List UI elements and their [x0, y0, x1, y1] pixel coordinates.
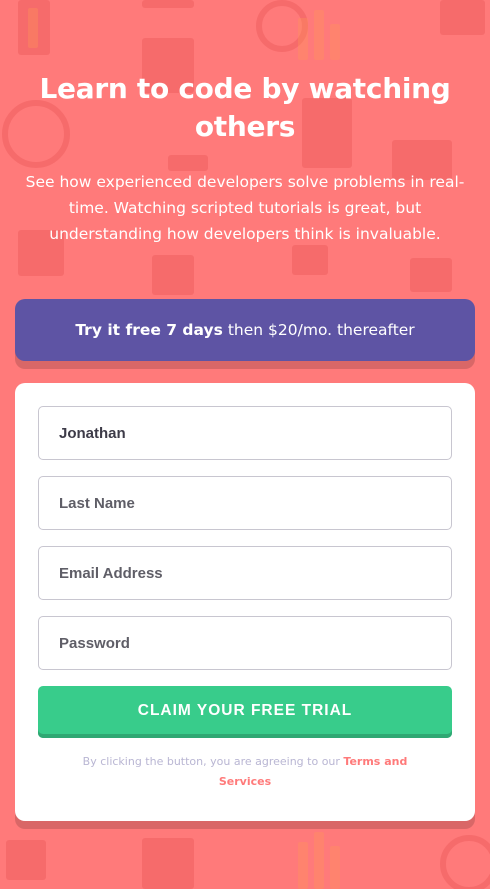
- offer-highlight: Try it free 7 days: [75, 321, 223, 339]
- page-title: Learn to code by watching others: [39, 72, 451, 143]
- last-name-input[interactable]: [38, 476, 452, 530]
- first-name-input[interactable]: [38, 406, 452, 460]
- email-input[interactable]: [38, 546, 452, 600]
- password-input[interactable]: [38, 616, 452, 670]
- intro-text: See how experienced developers solve pro…: [25, 173, 465, 243]
- claim-trial-button[interactable]: Claim your free trial: [38, 686, 452, 738]
- signup-form-card: Claim your free trial By clicking the bu…: [15, 383, 475, 821]
- offer-price: then $20/mo. thereafter: [227, 321, 415, 339]
- terms-notice: By clicking the button, you are agreeing…: [75, 752, 415, 792]
- trial-offer-banner: Try it free 7 days then $20/mo. thereaft…: [15, 299, 475, 361]
- terms-text: By clicking the button, you are agreeing…: [82, 755, 340, 768]
